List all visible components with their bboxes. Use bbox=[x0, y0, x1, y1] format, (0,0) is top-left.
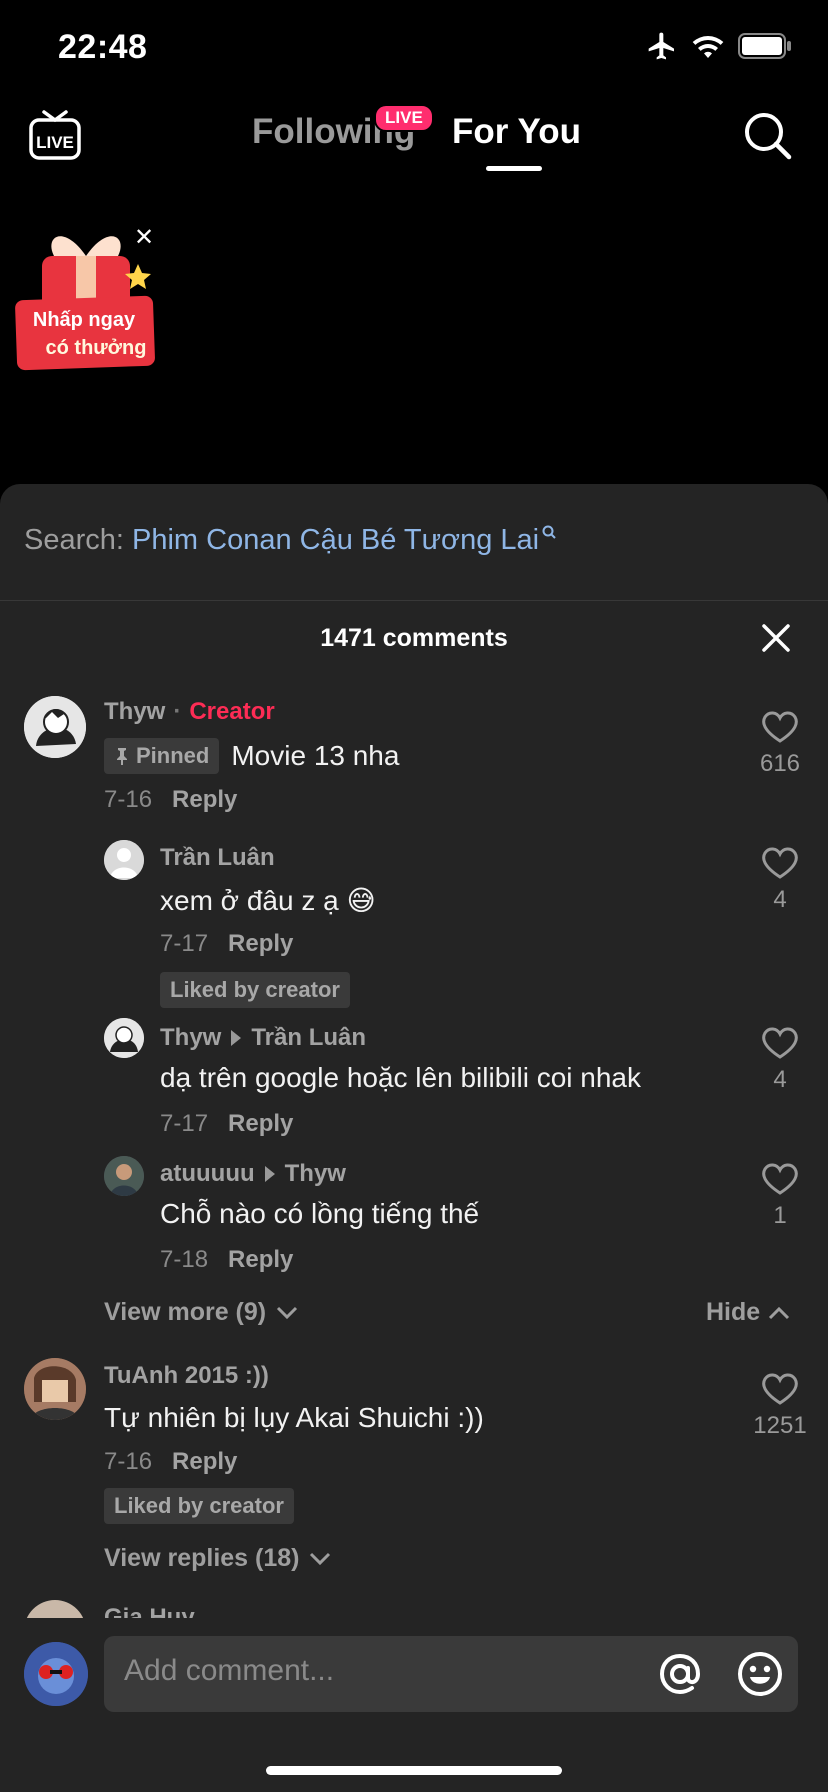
like-count: 1251 bbox=[753, 1412, 807, 1439]
username[interactable]: Thyw bbox=[160, 1024, 221, 1051]
search-suggestion[interactable]: Search: Phim Conan Cậu Bé Tương Lai bbox=[24, 524, 557, 557]
heart-icon bbox=[762, 1027, 798, 1059]
active-tab-indicator bbox=[486, 166, 542, 171]
emoji-icon bbox=[738, 1652, 782, 1696]
avatar[interactable] bbox=[104, 840, 144, 880]
comment-date: 7-17 bbox=[160, 1110, 209, 1137]
live-button[interactable]: LIVE bbox=[28, 108, 82, 162]
comment-text: Movie 13 nha bbox=[231, 740, 400, 771]
chevron-down-icon bbox=[310, 1552, 331, 1565]
search-mini-icon bbox=[542, 525, 556, 539]
comment-text: xem ở đâu z ạ 😅 bbox=[160, 885, 376, 916]
comment-meta: 7-17 Reply bbox=[160, 930, 293, 958]
reply-to-username[interactable]: Thyw bbox=[285, 1160, 346, 1187]
search-label: Search: bbox=[24, 524, 124, 556]
reply-user-line: Thyw Trần Luân bbox=[160, 1024, 366, 1052]
live-tv-icon: LIVE bbox=[29, 110, 81, 160]
comment-meta: 7-18 Reply bbox=[160, 1246, 293, 1274]
reply-button[interactable]: Reply bbox=[172, 786, 237, 813]
search-button[interactable] bbox=[742, 110, 794, 162]
hide-replies-button[interactable]: Hide bbox=[706, 1298, 790, 1327]
search-query-link[interactable]: Phim Conan Cậu Bé Tương Lai bbox=[132, 524, 539, 556]
promo-close-icon[interactable]: ✕ bbox=[134, 226, 154, 250]
chevron-down-icon bbox=[277, 1306, 298, 1319]
avatar[interactable] bbox=[104, 1156, 144, 1196]
comments-sheet bbox=[0, 484, 828, 1792]
liked-by-creator-badge: Liked by creator bbox=[104, 1488, 294, 1524]
comment-date: 7-18 bbox=[160, 1246, 209, 1273]
like-count: 4 bbox=[773, 1066, 787, 1093]
avatar[interactable] bbox=[24, 1358, 86, 1420]
comment-meta: 7-17 Reply bbox=[160, 1110, 293, 1138]
status-icons bbox=[646, 30, 792, 62]
wifi-icon bbox=[692, 36, 724, 58]
reply-arrow-icon bbox=[264, 1165, 275, 1182]
reply-button[interactable]: Reply bbox=[228, 930, 293, 957]
pin-icon bbox=[117, 748, 127, 765]
close-icon bbox=[762, 624, 790, 652]
mention-button[interactable] bbox=[656, 1650, 704, 1703]
following-live-badge: LIVE bbox=[374, 104, 434, 132]
heart-icon bbox=[762, 1163, 798, 1195]
search-icon bbox=[745, 113, 792, 160]
comment-text: Tự nhiên bị lụy Akai Shuichi :)) bbox=[104, 1402, 484, 1433]
comment-text: dạ trên google hoặc lên bilibili coi nha… bbox=[160, 1062, 641, 1093]
avatar[interactable] bbox=[24, 696, 86, 758]
heart-icon bbox=[762, 847, 798, 879]
comment-date: 7-16 bbox=[104, 1448, 153, 1475]
username[interactable]: atuuuuu bbox=[160, 1160, 255, 1187]
my-avatar[interactable] bbox=[24, 1642, 88, 1706]
username[interactable]: Thyw bbox=[104, 698, 165, 725]
svg-text:LIVE: LIVE bbox=[36, 133, 74, 152]
reply-button[interactable]: Reply bbox=[228, 1246, 293, 1273]
comment-count: 1471 comments bbox=[320, 624, 508, 652]
comment-date: 7-16 bbox=[104, 786, 153, 813]
close-sheet-button[interactable] bbox=[758, 620, 794, 656]
battery-icon bbox=[738, 33, 791, 59]
comment-user-line: Thyw · Creator bbox=[104, 698, 275, 725]
creator-tag: Creator bbox=[189, 698, 275, 725]
like-count: 616 bbox=[759, 750, 801, 777]
view-more-replies-button[interactable]: View more (9) bbox=[104, 1298, 298, 1327]
like-button[interactable]: 4 bbox=[750, 846, 810, 914]
reply-arrow-icon bbox=[231, 1029, 242, 1046]
chevron-up-icon bbox=[769, 1306, 790, 1319]
emoji-button[interactable] bbox=[736, 1650, 784, 1703]
comment-date: 7-17 bbox=[160, 930, 209, 957]
reply-button[interactable]: Reply bbox=[172, 1448, 237, 1475]
promo-line2: có thưởng bbox=[46, 337, 147, 359]
promo-line1: Nhấp ngay bbox=[33, 309, 136, 331]
comment-text: Chỗ nào có lồng tiếng thế bbox=[160, 1198, 480, 1229]
liked-by-creator-badge: Liked by creator bbox=[160, 972, 350, 1008]
reply-user-line: atuuuuu Thyw bbox=[160, 1160, 346, 1188]
username[interactable]: TuAnh 2015 :)) bbox=[104, 1362, 269, 1390]
like-count: 1 bbox=[773, 1202, 787, 1229]
at-sign-icon bbox=[659, 1653, 701, 1695]
like-count: 4 bbox=[773, 886, 787, 913]
reply-button[interactable]: Reply bbox=[228, 1110, 293, 1137]
pinned-badge: Pinned bbox=[104, 738, 220, 774]
status-time: 22:48 bbox=[58, 28, 148, 66]
view-replies-button[interactable]: View replies (18) bbox=[104, 1544, 331, 1573]
home-indicator bbox=[266, 1766, 562, 1775]
username[interactable]: Trần Luân bbox=[160, 844, 275, 872]
like-button[interactable]: 4 bbox=[750, 1026, 810, 1094]
heart-icon bbox=[762, 1373, 798, 1405]
comment-input-placeholder: Add comment... bbox=[124, 1654, 335, 1687]
heart-icon bbox=[762, 711, 798, 743]
comment-meta: 7-16 Reply bbox=[104, 786, 237, 814]
reply-to-username[interactable]: Trần Luân bbox=[251, 1024, 366, 1051]
like-button[interactable]: 1 bbox=[750, 1162, 810, 1230]
like-button[interactable]: 616 bbox=[750, 710, 810, 778]
airplane-icon bbox=[648, 32, 674, 60]
avatar[interactable] bbox=[104, 1018, 144, 1058]
tab-for-you[interactable]: For You bbox=[452, 112, 581, 152]
comment-body: Pinned Movie 13 nha bbox=[104, 738, 399, 774]
like-button[interactable]: 1251 bbox=[750, 1372, 810, 1440]
divider bbox=[0, 600, 828, 601]
comment-meta: 7-16 Reply bbox=[104, 1448, 237, 1476]
